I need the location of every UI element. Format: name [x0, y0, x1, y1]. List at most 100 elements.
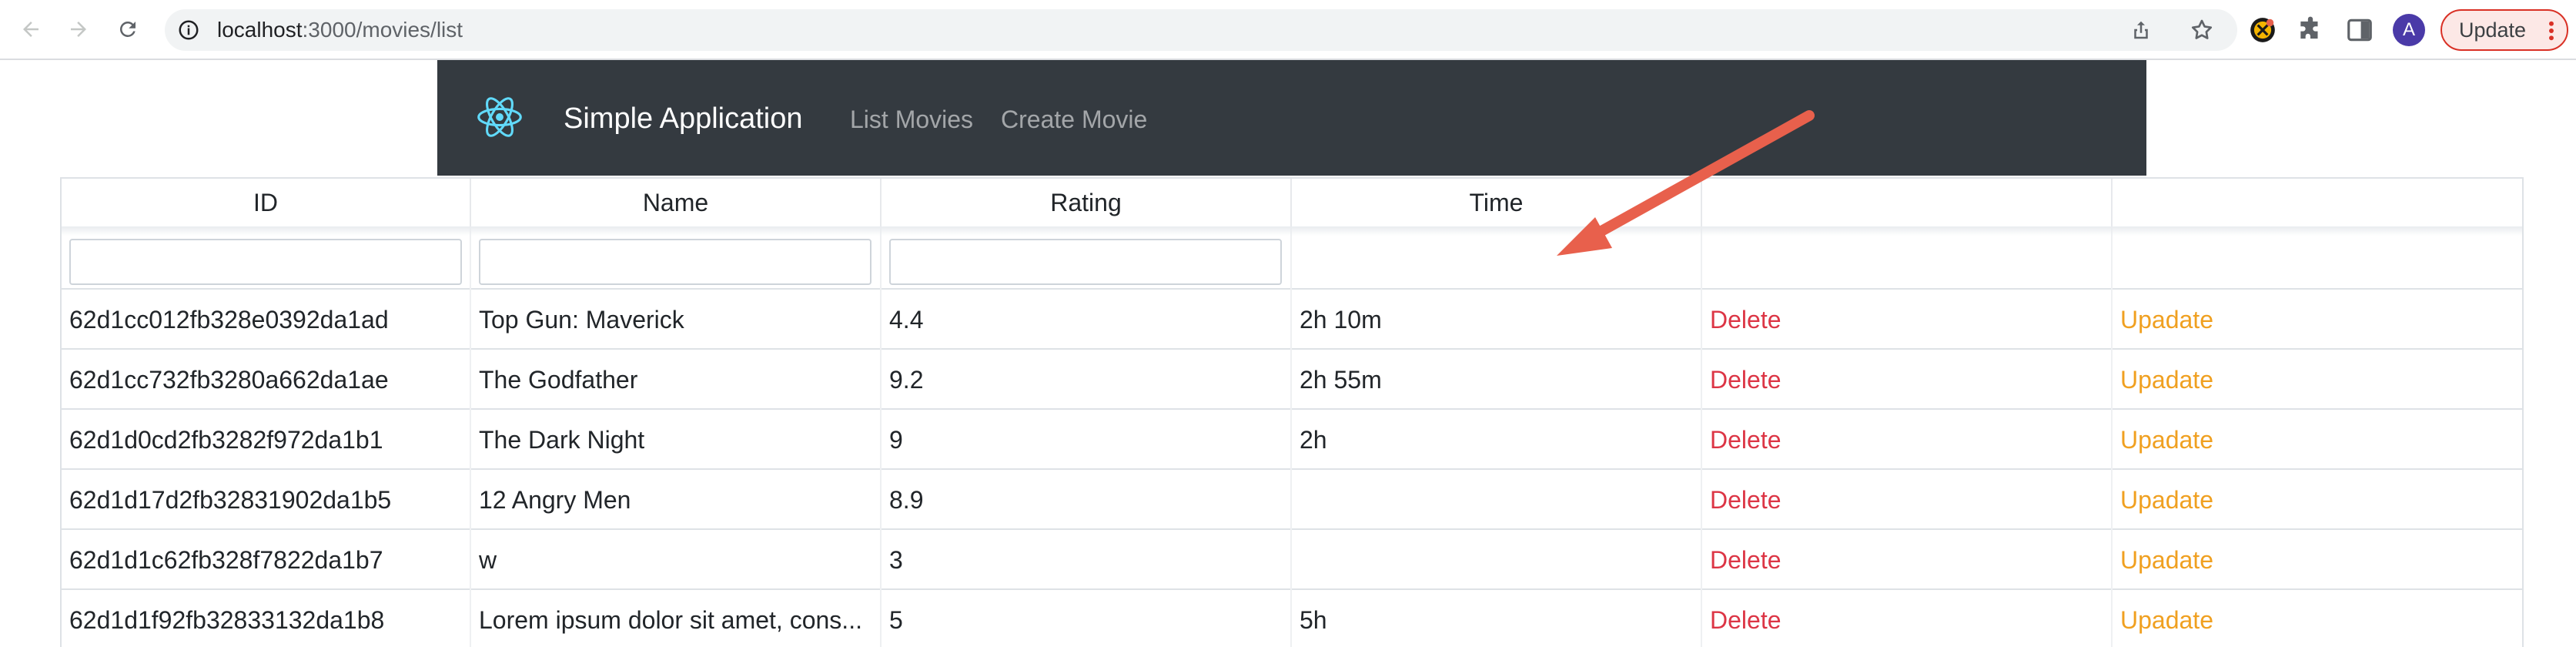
puzzle-icon[interactable] — [2296, 15, 2325, 45]
filter-input-name[interactable] — [479, 239, 871, 285]
cell-time — [1292, 530, 1702, 590]
back-button[interactable] — [17, 15, 45, 43]
extension-icon[interactable] — [2248, 15, 2277, 45]
info-icon[interactable] — [177, 18, 200, 42]
cell-rating-text: 3 — [889, 545, 903, 574]
cell-time: 5h — [1292, 590, 1702, 647]
cell-rating: 4.4 — [882, 290, 1292, 350]
cell-id-text: 62d1cc012fb328e0392da1ad — [69, 305, 389, 334]
delete-cell: Delete — [1702, 530, 2113, 590]
table-header: ID Name Rating Time — [62, 179, 2522, 226]
update-cell: Upadate — [2113, 410, 2522, 470]
table-row: 62d1cc732fb3280a662da1ae The Godfather 9… — [62, 350, 2522, 410]
cell-name-text: Lorem ipsum dolor sit amet, cons... — [479, 605, 862, 634]
column-header-id[interactable]: ID — [62, 179, 471, 226]
cell-rating-text: 5 — [889, 605, 903, 634]
update-cell: Upadate — [2113, 350, 2522, 410]
cell-rating-text: 4.4 — [889, 305, 924, 334]
delete-cell: Delete — [1702, 470, 2113, 530]
update-button[interactable]: Upadate — [2120, 426, 2213, 454]
cell-rating: 5 — [882, 590, 1292, 647]
cell-name: Lorem ipsum dolor sit amet, cons... — [471, 590, 882, 647]
navbar-brand[interactable]: Simple Application — [564, 102, 803, 136]
cell-name: 12 Angry Men — [471, 470, 882, 530]
cell-id: 62d1d1f92fb32833132da1b8 — [62, 590, 471, 647]
table-row: 62d1d0cd2fb3282f972da1b1 The Dark Night … — [62, 410, 2522, 470]
cell-time — [1292, 470, 1702, 530]
forward-button[interactable] — [65, 15, 92, 43]
cell-id: 62d1cc732fb3280a662da1ae — [62, 350, 471, 410]
cell-id: 62d1d17d2fb32831902da1b5 — [62, 470, 471, 530]
update-button[interactable]: Upadate — [2120, 606, 2213, 635]
cell-time: 2h 55m — [1292, 350, 1702, 410]
cell-time-text: 2h — [1300, 425, 1327, 454]
cell-rating-text: 8.9 — [889, 485, 924, 514]
nav-link-create-movie[interactable]: Create Movie — [1001, 105, 1147, 134]
table-row: 62d1d1c62fb328f7822da1b7 w 3 Delete Upad… — [62, 530, 2522, 590]
column-header-rating[interactable]: Rating — [882, 179, 1292, 226]
delete-button[interactable]: Delete — [1710, 306, 1781, 334]
delete-button[interactable]: Delete — [1710, 366, 1781, 394]
update-button[interactable]: Upadate — [2120, 546, 2213, 575]
delete-cell: Delete — [1702, 290, 2113, 350]
react-logo-icon[interactable] — [476, 93, 524, 141]
cell-name: The Godfather — [471, 350, 882, 410]
column-header-name[interactable]: Name — [471, 179, 882, 226]
browser-update-button[interactable]: Update — [2441, 9, 2568, 51]
update-button[interactable]: Upadate — [2120, 486, 2213, 515]
filter-cell-name — [471, 226, 882, 290]
filter-row — [62, 226, 2522, 290]
app-navbar: Simple Application List Movies Create Mo… — [437, 60, 2146, 176]
url-path: :3000/movies/list — [302, 18, 463, 42]
update-button[interactable]: Upadate — [2120, 306, 2213, 334]
forward-icon — [71, 22, 86, 37]
cell-time: 2h 10m — [1292, 290, 1702, 350]
cell-id-text: 62d1d0cd2fb3282f972da1b1 — [69, 425, 383, 454]
nav-link-list-movies[interactable]: List Movies — [850, 105, 973, 134]
delete-button[interactable]: Delete — [1710, 426, 1781, 454]
cell-time-text: 2h 55m — [1300, 365, 1382, 394]
delete-button[interactable]: Delete — [1710, 486, 1781, 515]
delete-cell: Delete — [1702, 590, 2113, 647]
filter-cell-delete — [1702, 226, 2113, 290]
cell-id: 62d1d1c62fb328f7822da1b7 — [62, 530, 471, 590]
avatar[interactable]: A — [2393, 14, 2425, 46]
cell-rating: 3 — [882, 530, 1292, 590]
filter-cell-time — [1292, 226, 1702, 290]
kebab-icon[interactable] — [2548, 21, 2554, 41]
cell-name: The Dark Night — [471, 410, 882, 470]
browser-toolbar: localhost:3000/movies/list A Update — [0, 0, 2576, 60]
movies-table: ID Name Rating Time 62d1cc012fb328e0392d… — [60, 177, 2524, 647]
cell-rating-text: 9.2 — [889, 365, 924, 394]
avatar-letter: A — [2402, 19, 2415, 40]
cell-id: 62d1d0cd2fb3282f972da1b1 — [62, 410, 471, 470]
update-button[interactable]: Upadate — [2120, 366, 2213, 394]
cell-name-text: The Godfather — [479, 365, 638, 394]
table-row: 62d1d1f92fb32833132da1b8 Lorem ipsum dol… — [62, 590, 2522, 647]
sidepanel-icon[interactable] — [2345, 15, 2374, 45]
reload-button[interactable] — [114, 15, 142, 43]
cell-name-text: Top Gun: Maverick — [479, 305, 684, 334]
back-icon — [23, 22, 38, 37]
delete-button[interactable]: Delete — [1710, 606, 1781, 635]
cell-id-text: 62d1d17d2fb32831902da1b5 — [69, 485, 392, 514]
table-row: 62d1d17d2fb32831902da1b5 12 Angry Men 8.… — [62, 470, 2522, 530]
update-cell: Upadate — [2113, 470, 2522, 530]
filter-input-rating[interactable] — [889, 239, 1282, 285]
cell-name-text: w — [479, 545, 497, 574]
cell-rating: 9 — [882, 410, 1292, 470]
address-bar[interactable]: localhost:3000/movies/list — [165, 9, 2237, 51]
delete-cell: Delete — [1702, 410, 2113, 470]
reload-icon — [120, 22, 135, 37]
delete-button[interactable]: Delete — [1710, 546, 1781, 575]
cell-time: 2h — [1292, 410, 1702, 470]
star-icon[interactable] — [2190, 18, 2214, 42]
cell-time-text: 5h — [1300, 605, 1327, 634]
column-header-time[interactable]: Time — [1292, 179, 1702, 226]
update-cell: Upadate — [2113, 530, 2522, 590]
filter-input-id[interactable] — [69, 239, 462, 285]
url-host: localhost — [217, 18, 303, 42]
header-shadow — [62, 226, 2522, 236]
share-icon[interactable] — [2129, 18, 2153, 42]
filter-cell-update — [2113, 226, 2522, 290]
